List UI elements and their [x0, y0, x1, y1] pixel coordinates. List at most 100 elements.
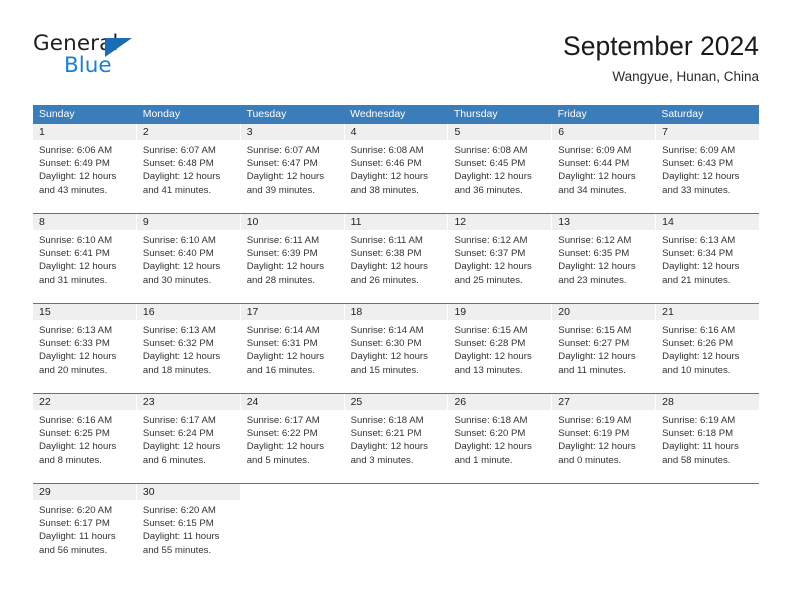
day-number: 8	[39, 216, 45, 228]
day-sun-info	[448, 501, 551, 508]
calendar-day-cell[interactable]: 18 Sunrise: 6:14 AM Sunset: 6:30 PM Dayligh…	[344, 304, 449, 393]
daylight-text-line1: Daylight: 12 hours	[39, 351, 117, 363]
calendar-table: Sunday Monday Tuesday Wednesday Thursday…	[33, 105, 760, 573]
daylight-text-line1: Daylight: 12 hours	[39, 261, 117, 273]
sunset-text: Sunset: 6:18 PM	[662, 428, 734, 440]
daylight-text-line2: and 36 minutes.	[454, 184, 523, 196]
weekday-header-tuesday: Tuesday	[246, 108, 287, 120]
day-number: 18	[350, 306, 363, 318]
day-number: 11	[350, 216, 362, 228]
day-number: 3	[246, 126, 253, 138]
daylight-text-line1: Daylight: 12 hours	[558, 261, 636, 273]
sunrise-text: Sunrise: 6:10 AM	[39, 235, 113, 246]
daylight-text-line2: and 56 minutes.	[39, 544, 108, 556]
daylight-text-line2: and 20 minutes.	[39, 364, 108, 376]
calendar-day-cell[interactable]: 3 Sunrise: 6:07 AM Sunset: 6:47 PM Daylight…	[240, 124, 345, 213]
day-number: 14	[662, 216, 674, 228]
calendar-day-cell[interactable]: 12 Sunrise: 6:12 AM Sunset: 6:37 PM Dayligh…	[448, 214, 553, 303]
day-number-bar	[344, 484, 448, 501]
sunset-text: Sunset: 6:26 PM	[662, 338, 734, 350]
generalblue-logo[interactable]: General Blue	[33, 33, 213, 85]
sunset-text: Sunset: 6:47 PM	[246, 158, 318, 170]
calendar-day-cell[interactable]: 7 Sunrise: 6:09 AM Sunset: 6:43 PM Daylight…	[656, 124, 760, 213]
day-sun-info: Sunrise: 6:08 AM Sunset: 6:46 PM Daylight:…	[345, 141, 448, 201]
day-number-bar: 1	[33, 124, 136, 141]
title-block: September 2024 Wangyue, Hunan, China	[563, 30, 759, 85]
calendar-day-cell[interactable]: 17 Sunrise: 6:14 AM Sunset: 6:31 PM Dayligh…	[240, 304, 345, 393]
calendar-day-cell[interactable]: 22 Sunrise: 6:16 AM Sunset: 6:25 PM Dayligh…	[33, 394, 137, 483]
daylight-text-line1: Daylight: 12 hours	[142, 171, 221, 183]
sunrise-text: Sunrise: 6:13 AM	[142, 325, 216, 336]
day-number-bar: 20	[552, 304, 656, 321]
daylight-text-line2: and 33 minutes.	[662, 184, 731, 196]
daylight-text-line2: and 38 minutes.	[350, 184, 419, 196]
daylight-text-line2: and 55 minutes.	[142, 544, 212, 556]
day-sun-info	[552, 501, 655, 508]
day-number-bar: 15	[33, 304, 136, 321]
daylight-text-line1: Daylight: 12 hours	[454, 261, 532, 273]
sunset-text: Sunset: 6:35 PM	[558, 248, 630, 260]
sunrise-text: Sunrise: 6:09 AM	[558, 145, 632, 156]
sunrise-text: Sunrise: 6:07 AM	[246, 145, 320, 156]
calendar-day-cell[interactable]: 28 Sunrise: 6:19 AM Sunset: 6:18 PM Dayligh…	[656, 394, 760, 483]
sunrise-text: Sunrise: 6:14 AM	[350, 325, 424, 336]
page-title: September 2024	[563, 31, 759, 61]
day-number: 19	[454, 306, 467, 318]
day-sun-info	[345, 501, 448, 508]
calendar-day-cell[interactable]: 19 Sunrise: 6:15 AM Sunset: 6:28 PM Dayligh…	[448, 304, 553, 393]
sunrise-text: Sunrise: 6:16 AM	[662, 325, 736, 336]
daylight-text-line1: Daylight: 12 hours	[558, 441, 636, 453]
calendar-day-cell[interactable]: 1 Sunrise: 6:06 AM Sunset: 6:49 PM Daylight…	[33, 124, 137, 213]
calendar-day-cell[interactable]: 6 Sunrise: 6:09 AM Sunset: 6:44 PM Daylight…	[552, 124, 657, 213]
calendar-week-row: 29 Sunrise: 6:20 AM Sunset: 6:17 PM Dayligh…	[33, 483, 760, 573]
day-sun-info: Sunrise: 6:08 AM Sunset: 6:45 PM Daylight:…	[448, 141, 551, 201]
day-number-bar	[240, 484, 344, 501]
calendar-day-cell[interactable]: 15 Sunrise: 6:13 AM Sunset: 6:33 PM Dayligh…	[33, 304, 137, 393]
daylight-text-line2: and 21 minutes.	[662, 274, 731, 286]
calendar-day-cell[interactable]: 5 Sunrise: 6:08 AM Sunset: 6:45 PM Daylight…	[448, 124, 553, 213]
day-number-bar: 9	[136, 214, 240, 231]
sunrise-text: Sunrise: 6:14 AM	[246, 325, 320, 336]
calendar-day-cell[interactable]: 21 Sunrise: 6:16 AM Sunset: 6:26 PM Dayligh…	[656, 304, 760, 393]
calendar-day-cell[interactable]: 30 Sunrise: 6:20 AM Sunset: 6:15 PM Dayligh…	[136, 484, 241, 573]
calendar-day-cell[interactable]: 24 Sunrise: 6:17 AM Sunset: 6:22 PM Dayligh…	[240, 394, 345, 483]
day-number-bar: 12	[448, 214, 552, 231]
calendar-day-cell[interactable]: 10 Sunrise: 6:11 AM Sunset: 6:39 PM Dayligh…	[240, 214, 345, 303]
calendar-day-cell[interactable]: 23 Sunrise: 6:17 AM Sunset: 6:24 PM Dayligh…	[136, 394, 241, 483]
calendar-day-cell[interactable]: 25 Sunrise: 6:18 AM Sunset: 6:21 PM Dayligh…	[344, 394, 449, 483]
day-sun-info	[656, 501, 759, 508]
calendar-day-cell-empty	[240, 484, 345, 573]
daylight-text-line2: and 1 minute.	[454, 454, 513, 466]
daylight-text-line1: Daylight: 12 hours	[142, 261, 221, 273]
sunrise-text: Sunrise: 6:13 AM	[39, 325, 113, 336]
day-number-bar: 24	[240, 394, 344, 411]
sunset-text: Sunset: 6:20 PM	[454, 428, 526, 440]
day-number-bar: 19	[448, 304, 552, 321]
day-number-bar: 22	[33, 394, 136, 411]
calendar-day-cell[interactable]: 9 Sunrise: 6:10 AM Sunset: 6:40 PM Daylight…	[136, 214, 241, 303]
calendar-day-cell[interactable]: 2 Sunrise: 6:07 AM Sunset: 6:48 PM Daylight…	[136, 124, 241, 213]
calendar-day-cell[interactable]: 14 Sunrise: 6:13 AM Sunset: 6:34 PM Dayligh…	[656, 214, 760, 303]
daylight-text-line2: and 16 minutes.	[246, 364, 315, 376]
calendar-day-cell[interactable]: 26 Sunrise: 6:18 AM Sunset: 6:20 PM Dayligh…	[448, 394, 553, 483]
daylight-text-line2: and 13 minutes.	[454, 364, 523, 376]
sunset-text: Sunset: 6:40 PM	[142, 248, 214, 260]
calendar-day-cell[interactable]: 4 Sunrise: 6:08 AM Sunset: 6:46 PM Daylight…	[344, 124, 449, 213]
sunset-text: Sunset: 6:19 PM	[558, 428, 630, 440]
calendar-day-cell[interactable]: 8 Sunrise: 6:10 AM Sunset: 6:41 PM Daylight…	[33, 214, 137, 303]
calendar-day-cell[interactable]: 13 Sunrise: 6:12 AM Sunset: 6:35 PM Dayligh…	[552, 214, 657, 303]
day-number: 7	[662, 126, 668, 138]
calendar-day-cell[interactable]: 20 Sunrise: 6:15 AM Sunset: 6:27 PM Dayligh…	[552, 304, 657, 393]
calendar-day-cell[interactable]: 29 Sunrise: 6:20 AM Sunset: 6:17 PM Dayligh…	[33, 484, 137, 573]
calendar-day-cell[interactable]: 11 Sunrise: 6:11 AM Sunset: 6:38 PM Dayligh…	[344, 214, 449, 303]
day-number-bar: 26	[448, 394, 552, 411]
sunrise-text: Sunrise: 6:13 AM	[662, 235, 736, 246]
calendar-day-cell[interactable]: 16 Sunrise: 6:13 AM Sunset: 6:32 PM Dayligh…	[136, 304, 241, 393]
daylight-text-line2: and 34 minutes.	[558, 184, 627, 196]
sunset-text: Sunset: 6:33 PM	[39, 338, 110, 350]
calendar-day-cell[interactable]: 27 Sunrise: 6:19 AM Sunset: 6:19 PM Dayligh…	[552, 394, 657, 483]
sunset-text: Sunset: 6:48 PM	[142, 158, 214, 170]
calendar-weeks: 1 Sunrise: 6:06 AM Sunset: 6:49 PM Daylight…	[33, 124, 760, 573]
sunset-text: Sunset: 6:30 PM	[350, 338, 422, 350]
daylight-text-line2: and 43 minutes.	[39, 184, 108, 196]
